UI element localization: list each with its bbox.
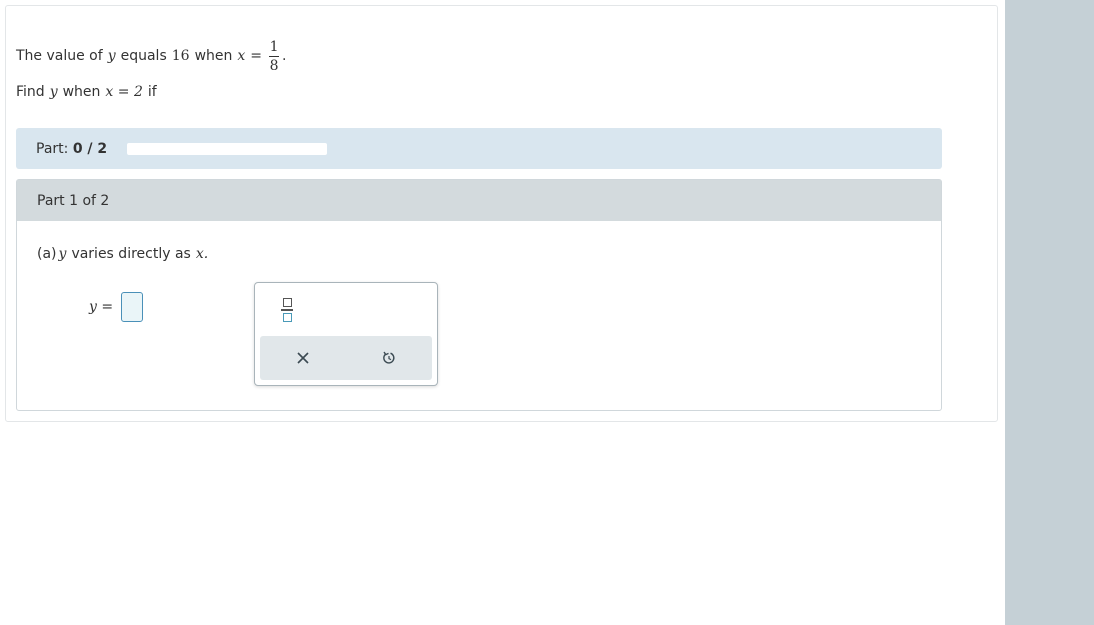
fraction-tool-button[interactable] [275, 295, 299, 325]
var-y: y [49, 84, 58, 100]
sub-question: (a) y varies directly as x. [37, 246, 208, 262]
question-card: The value of y equals 16 when x = 1 8 . … [5, 5, 998, 422]
clear-button[interactable] [283, 343, 323, 373]
fraction-icon-lower [282, 312, 292, 322]
sub-question-text: varies directly as [71, 246, 191, 262]
math-palette [254, 282, 438, 386]
palette-actions [260, 336, 432, 380]
var-x: x [237, 48, 246, 64]
instruction-text: if [147, 84, 157, 100]
part-header: Part 1 of 2 [17, 180, 941, 221]
var-x: x. [195, 246, 209, 262]
part-progress-label: Part: 0 / 2 [36, 141, 107, 157]
part-header-title: Part 1 of 2 [37, 192, 110, 209]
answer-input[interactable] [121, 292, 144, 322]
part-progress-value: 0 / 2 [72, 140, 108, 157]
part-label-text: Part: [36, 140, 69, 157]
instruction-text: when [62, 84, 101, 100]
part-panel: Part 1 of 2 (a) y varies directly as x. … [16, 179, 942, 411]
question-statement: The value of y equals 16 when x = 1 8 . [16, 36, 286, 76]
statement-text: equals [120, 48, 167, 64]
fraction-denominator: 8 [269, 57, 279, 74]
statement-text: when [194, 48, 233, 64]
undo-button[interactable] [369, 343, 409, 373]
clear-icon [297, 352, 309, 364]
equals-sign: = [250, 48, 263, 64]
progress-track [127, 142, 328, 155]
question-instruction: Find y when x = 2 if [16, 84, 157, 100]
fraction-bar [269, 55, 280, 57]
value-16: 16 [171, 48, 190, 64]
answer-equation: y = [89, 292, 144, 322]
fraction-icon-bar [281, 309, 293, 311]
instruction-text: Find [16, 84, 45, 100]
fraction-numerator: 1 [269, 38, 279, 55]
statement-text: The value of [16, 48, 103, 64]
sub-question-label: (a) [37, 246, 57, 262]
period: . [282, 48, 287, 64]
var-y: y [107, 48, 116, 64]
right-side-panel [1005, 0, 1094, 625]
fraction-one-eighth: 1 8 [269, 38, 280, 74]
x-equals-2: x = 2 [105, 84, 143, 100]
y-equals-label: y = [89, 299, 114, 315]
var-y: y [58, 246, 67, 262]
fraction-icon [282, 298, 292, 308]
undo-icon [383, 351, 395, 364]
part-progress-bar: Part: 0 / 2 [16, 128, 942, 169]
